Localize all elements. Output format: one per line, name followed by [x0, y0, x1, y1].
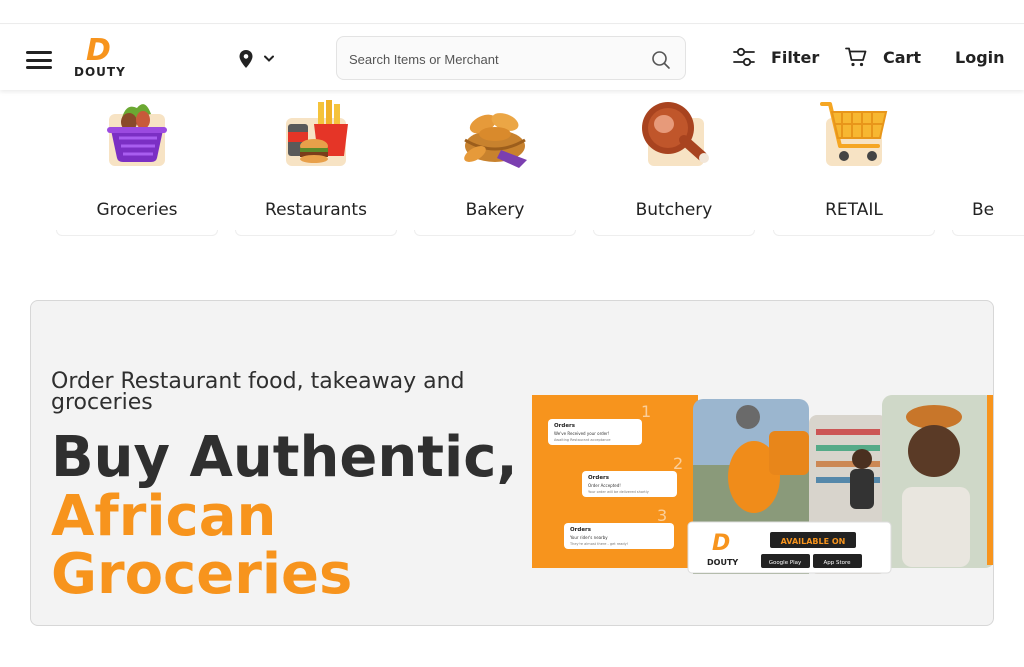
order-step-number: 3 — [657, 506, 667, 525]
order-card-line1: Your rider's nearby — [569, 535, 608, 540]
logo-initial: D — [86, 33, 111, 68]
order-card-line2: Awaiting Restaurant acceptance — [554, 438, 611, 442]
order-card-title: Orders — [554, 423, 576, 429]
category-label: Bakery — [465, 200, 525, 220]
order-step-number: 2 — [673, 454, 683, 473]
category-card-edge — [593, 230, 755, 236]
search-input[interactable] — [349, 47, 639, 71]
shopping-cart-icon — [820, 102, 888, 166]
order-card-title: Orders — [570, 527, 592, 533]
fast-food-icon — [286, 100, 348, 166]
category-card-edge — [952, 230, 1024, 236]
banner-headline-line3: Groceries — [51, 542, 353, 607]
banner-headline-line1: Buy Authentic, — [51, 425, 518, 490]
badge-logo-text: DOUTY — [707, 558, 738, 567]
filter-button[interactable]: Filter — [733, 47, 819, 67]
hero-banner: Order Restaurant food, takeaway and groc… — [30, 300, 994, 626]
banner-headline-line2: African — [51, 484, 277, 549]
order-card-line2: Your order will be delivered shortly — [588, 490, 649, 494]
chevron-down-icon — [264, 55, 274, 62]
cart-label: Cart — [883, 47, 922, 67]
order-card-line1: Order Accepted! — [588, 483, 621, 488]
badge-logo-initial: D — [712, 531, 730, 556]
category-partial[interactable]: Be — [946, 90, 1024, 240]
order-card-line2: They're almost there - get ready! — [569, 542, 628, 546]
order-step-number: 1 — [641, 402, 651, 421]
order-card-line1: We've Received your order! — [554, 431, 609, 436]
logo-text: DOUTY — [74, 65, 126, 79]
bread-basket-icon — [464, 113, 527, 168]
order-card-title: Orders — [588, 475, 610, 481]
search-box — [336, 36, 686, 80]
category-label: RETAIL — [825, 200, 883, 220]
filter-label: Filter — [771, 47, 820, 67]
search-icon[interactable] — [651, 50, 671, 70]
banner-subtitle: Order Restaurant food, takeaway and groc… — [51, 369, 465, 415]
menu-icon[interactable] — [26, 51, 52, 69]
filter-sliders-icon — [733, 47, 755, 67]
category-retail[interactable]: RETAIL — [767, 90, 935, 240]
category-card-edge — [414, 230, 576, 236]
available-on-label: AVAILABLE ON — [781, 537, 846, 546]
grocery-basket-icon — [107, 104, 167, 166]
google-play-label: Google Play — [769, 560, 802, 566]
category-label: Be — [972, 200, 995, 220]
login-link[interactable]: Login — [955, 48, 1005, 67]
category-groceries[interactable]: Groceries — [50, 90, 218, 240]
app-store-label: App Store — [823, 560, 851, 566]
category-carousel: Groceries Restaurants Bakery Butchery RE… — [0, 90, 1024, 250]
meat-icon — [642, 102, 709, 166]
category-label: Butchery — [635, 200, 713, 220]
brand-logo[interactable]: D DOUTY — [72, 36, 132, 80]
location-selector[interactable] — [238, 49, 282, 69]
location-pin-icon — [239, 50, 253, 68]
category-butchery[interactable]: Butchery — [587, 90, 755, 240]
category-card-edge — [773, 230, 935, 236]
promo-collage: Orders We've Received your order! Awaiti… — [532, 395, 993, 574]
category-bakery[interactable]: Bakery — [408, 90, 576, 240]
category-card-edge — [235, 230, 397, 236]
category-restaurants[interactable]: Restaurants — [229, 90, 397, 240]
category-card-edge — [56, 230, 218, 236]
category-label: Groceries — [96, 200, 178, 220]
cart-button[interactable]: Cart — [845, 47, 921, 67]
category-label: Restaurants — [265, 200, 367, 220]
site-header: D DOUTY Filter Cart Lo — [0, 25, 1024, 90]
cart-icon — [845, 47, 867, 67]
top-strip — [0, 0, 1024, 24]
